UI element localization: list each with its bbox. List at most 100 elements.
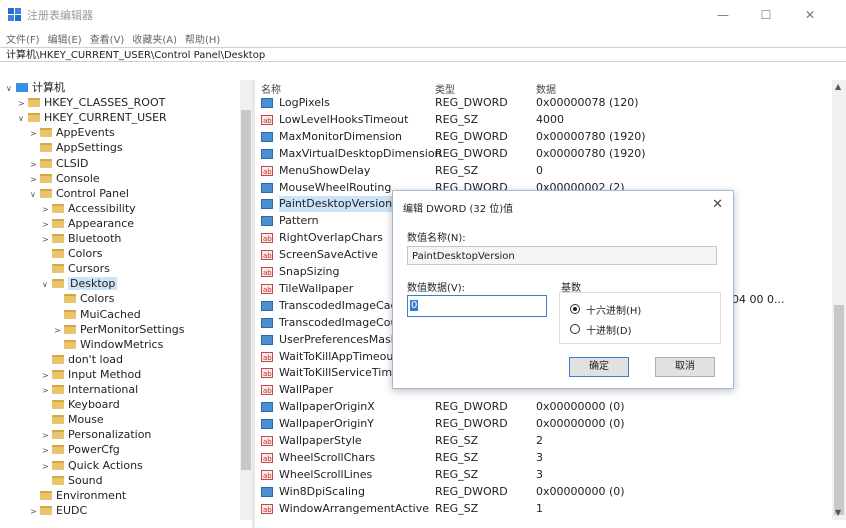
column-name-header[interactable]: 名称 xyxy=(261,81,281,96)
value-name: MaxVirtualDesktopDimension xyxy=(279,146,442,160)
tree-node[interactable]: > AppEvents xyxy=(30,125,115,140)
chevron-right-icon[interactable]: > xyxy=(42,217,52,232)
tree-node[interactable]: WindowMetrics xyxy=(54,337,163,352)
scroll-down-icon[interactable]: ▼ xyxy=(835,508,841,517)
tree-node[interactable]: > Accessibility xyxy=(42,201,136,216)
value-row[interactable]: WindowArrangementActive REG_SZ 1 xyxy=(257,501,832,518)
value-row[interactable]: MaxVirtualDesktopDimension REG_DWORD 0x000… xyxy=(257,146,832,162)
hex-radio[interactable] xyxy=(570,304,580,314)
chevron-down-icon[interactable]: ∨ xyxy=(42,277,52,292)
chevron-down-icon[interactable]: ∨ xyxy=(30,187,40,202)
chevron-right-icon[interactable]: > xyxy=(42,459,52,474)
value-row[interactable]: WheelScrollLines REG_SZ 3 xyxy=(257,467,832,484)
value-name: ScreenSaveActive xyxy=(279,248,378,262)
tree-node[interactable]: Keyboard xyxy=(42,397,120,412)
chevron-right-icon[interactable]: > xyxy=(42,232,52,247)
tree-node-label: Quick Actions xyxy=(68,458,143,472)
value-row[interactable]: WallpaperStyle REG_SZ 2 xyxy=(257,433,832,450)
value-row[interactable]: LowLevelHooksTimeout REG_SZ 4000 xyxy=(257,112,832,129)
chevron-right-icon[interactable]: > xyxy=(42,202,52,217)
value-row[interactable]: WallpaperOriginY REG_DWORD 0x00000000 (0) xyxy=(257,416,832,432)
dialog-close-button[interactable]: ✕ xyxy=(712,197,723,212)
tree-node[interactable]: Colors xyxy=(54,291,114,306)
tree-node[interactable]: Environment xyxy=(30,488,126,503)
folder-icon xyxy=(40,188,52,198)
dec-radio-label[interactable]: 十进制(D) xyxy=(586,322,632,337)
tree-node[interactable]: ∨ Desktop xyxy=(42,276,118,292)
tree-scrollbar[interactable] xyxy=(240,80,252,520)
tree-node-label: Console xyxy=(56,171,100,185)
tree-node[interactable]: > PowerCfg xyxy=(42,442,120,457)
cancel-button[interactable]: 取消 xyxy=(655,357,715,377)
tree-node[interactable]: > Console xyxy=(30,171,100,186)
value-type: REG_DWORD xyxy=(435,129,508,143)
close-button[interactable]: ✕ xyxy=(792,4,828,26)
folder-icon xyxy=(52,354,64,364)
chevron-right-icon[interactable]: > xyxy=(18,96,28,111)
chevron-right-icon[interactable]: > xyxy=(30,126,40,141)
tree-node[interactable]: > PerMonitorSettings xyxy=(54,322,184,337)
string-value-icon xyxy=(261,113,273,129)
chevron-down-icon[interactable]: ∨ xyxy=(18,111,28,126)
value-name: Win8DpiScaling xyxy=(279,484,366,498)
tree-node[interactable]: MuiCached xyxy=(54,307,141,322)
folder-icon xyxy=(64,309,76,319)
chevron-right-icon[interactable]: > xyxy=(42,383,52,398)
menu-item[interactable]: 帮助(H) xyxy=(185,35,220,46)
tree-node[interactable]: > Quick Actions xyxy=(42,458,143,473)
tree-node[interactable]: > Appearance xyxy=(42,216,134,231)
tree-scroll-thumb[interactable] xyxy=(241,110,251,470)
tree-node[interactable]: Sound xyxy=(42,473,103,488)
tree-node[interactable]: ∨ Control Panel xyxy=(30,186,129,201)
chevron-right-icon[interactable]: > xyxy=(30,172,40,187)
tree-node[interactable]: ∨ HKEY_CURRENT_USER xyxy=(18,110,167,125)
chevron-right-icon[interactable]: > xyxy=(42,368,52,383)
tree-node[interactable]: AppSettings xyxy=(30,140,123,155)
minimize-button[interactable]: — xyxy=(705,4,741,26)
column-data-header[interactable]: 数据 xyxy=(536,81,556,96)
tree-node[interactable]: > Bluetooth xyxy=(42,231,121,246)
window-title: 注册表编辑器 xyxy=(27,9,93,22)
tree-node[interactable]: > EUDC xyxy=(30,503,87,518)
tree-node[interactable]: > International xyxy=(42,382,138,397)
menu-item[interactable]: 文件(F) xyxy=(6,35,40,46)
ok-button[interactable]: 确定 xyxy=(569,357,629,377)
list-scroll-thumb[interactable] xyxy=(834,305,844,515)
tree-node[interactable]: don't load xyxy=(42,352,123,367)
menu-item[interactable]: 编辑(E) xyxy=(48,35,82,46)
value-type: REG_DWORD xyxy=(435,400,508,414)
chevron-down-icon[interactable]: ∨ xyxy=(6,81,16,96)
tree-node[interactable]: ∨ 计算机 xyxy=(6,80,65,95)
value-row[interactable]: MenuShowDelay REG_SZ 0 xyxy=(257,163,832,180)
tree-node[interactable]: > Personalization xyxy=(42,427,151,442)
hex-radio-label[interactable]: 十六进制(H) xyxy=(586,302,641,317)
value-data-input[interactable]: 0 xyxy=(407,295,547,317)
dec-radio[interactable] xyxy=(570,324,580,334)
value-row[interactable]: Win8DpiScaling REG_DWORD 0x00000000 (0) xyxy=(257,484,832,500)
tree-node[interactable]: Colors xyxy=(42,246,102,261)
value-row[interactable]: MaxMonitorDimension REG_DWORD 0x00000780 (… xyxy=(257,129,832,145)
chevron-right-icon[interactable]: > xyxy=(42,428,52,443)
pane-splitter[interactable] xyxy=(252,80,255,528)
tree-node[interactable]: > Input Method xyxy=(42,367,141,382)
column-type-header[interactable]: 类型 xyxy=(435,81,455,96)
menu-item[interactable]: 查看(V) xyxy=(90,35,125,46)
value-row[interactable]: WheelScrollChars REG_SZ 3 xyxy=(257,450,832,467)
tree-node[interactable]: Cursors xyxy=(42,261,110,276)
folder-icon xyxy=(64,339,76,349)
chevron-right-icon[interactable]: > xyxy=(30,504,40,519)
list-scrollbar[interactable]: ▲ ▼ xyxy=(832,80,846,520)
address-bar[interactable]: 计算机\HKEY_CURRENT_USER\Control Panel\Desk… xyxy=(0,47,846,62)
menu-item[interactable]: 收藏夹(A) xyxy=(132,35,177,46)
chevron-right-icon[interactable]: > xyxy=(30,157,40,172)
value-row[interactable]: WallpaperOriginX REG_DWORD 0x00000000 (0) xyxy=(257,399,832,415)
tree-node[interactable]: > HKEY_CLASSES_ROOT xyxy=(18,95,165,110)
maximize-button[interactable]: ☐ xyxy=(748,4,784,26)
chevron-right-icon[interactable]: > xyxy=(54,323,64,338)
chevron-right-icon[interactable]: > xyxy=(42,443,52,458)
value-row[interactable]: LogPixels REG_DWORD 0x00000078 (120) xyxy=(257,95,832,111)
scroll-up-icon[interactable]: ▲ xyxy=(835,82,841,91)
tree-node[interactable]: > CLSID xyxy=(30,156,89,171)
binary-value-icon xyxy=(261,98,273,108)
tree-node[interactable]: Mouse xyxy=(42,412,104,427)
